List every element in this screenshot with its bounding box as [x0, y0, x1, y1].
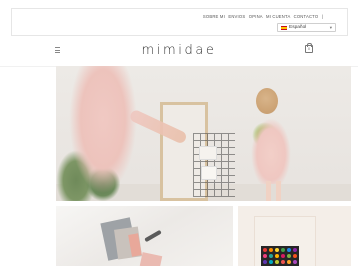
cart-count: 0: [308, 47, 310, 51]
top-link-envios[interactable]: ENVIOS: [228, 14, 245, 19]
top-link-sobre-mi[interactable]: SOBRE MI: [203, 14, 225, 19]
product-tile-fabrics[interactable]: [56, 206, 233, 266]
thread-spool: [263, 260, 267, 264]
top-link-mi-cuenta[interactable]: MI CUENTA: [266, 14, 290, 19]
thread-spool: [293, 260, 297, 264]
thread-spool: [269, 248, 273, 252]
top-link-contacto[interactable]: CONTACTO: [294, 14, 319, 19]
product-tile-threads[interactable]: [238, 206, 351, 266]
hero-girl-leg: [276, 181, 281, 201]
hero-card: [199, 146, 217, 160]
thread-spool: [287, 254, 291, 258]
site-header: mimidae 0: [0, 36, 358, 67]
hero-girl-leg: [266, 181, 271, 201]
thread-spool: [263, 248, 267, 252]
hero-girl-dress: [251, 118, 291, 184]
hero-girl-head: [256, 88, 278, 114]
hero-image[interactable]: [56, 66, 351, 201]
top-link-opina[interactable]: OPINA: [249, 14, 263, 19]
language-select-value: Español: [289, 25, 307, 31]
hero-wire-grid: [193, 133, 235, 197]
thread-spool: [263, 254, 267, 258]
chevron-down-icon: ▾: [329, 25, 332, 30]
thread-spool: [287, 260, 291, 264]
hero-card: [201, 166, 217, 180]
thread-spool: [275, 260, 279, 264]
thread-spool: [293, 248, 297, 252]
thread-spool: [281, 254, 285, 258]
thread-spool: [287, 248, 291, 252]
thread-spool: [269, 254, 273, 258]
thread-spool: [275, 254, 279, 258]
thread-spool: [269, 260, 273, 264]
thread-spool: [281, 248, 285, 252]
top-bar: SOBRE MI ENVIOS OPINA MI CUENTA CONTACTO…: [11, 8, 348, 36]
language-select[interactable]: Español ▾: [277, 23, 336, 32]
top-link-separator: |: [321, 14, 323, 19]
thread-spool: [293, 254, 297, 258]
thread-spool: [281, 260, 285, 264]
tile-thread-box: [261, 246, 299, 266]
thread-spool: [275, 248, 279, 252]
top-links: SOBRE MI ENVIOS OPINA MI CUENTA CONTACTO…: [201, 14, 323, 19]
hero-woman-dress: [68, 66, 138, 196]
spain-flag-icon: [281, 26, 287, 31]
shopping-bag-icon[interactable]: 0: [305, 43, 313, 53]
